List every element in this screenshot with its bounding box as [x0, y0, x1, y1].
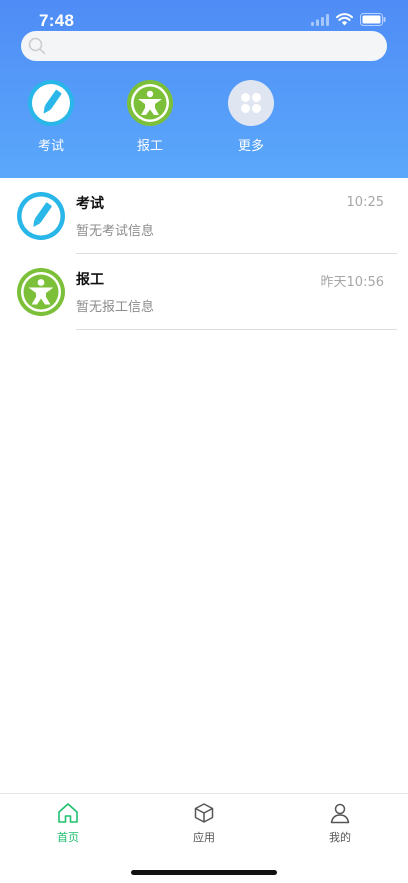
divider: [76, 329, 397, 330]
person-icon: [310, 802, 370, 824]
search-input[interactable]: [53, 31, 377, 63]
pencil-icon: [28, 80, 74, 126]
header: 7:48 考试 报工 更多: [0, 0, 408, 178]
tab-label: 应用: [193, 831, 215, 844]
shortcut-label: 报工: [136, 139, 163, 154]
shortcut-label: 更多: [237, 139, 264, 154]
search-icon: [28, 37, 46, 59]
list-item[interactable]: 考试 10:25 暂无考试信息: [0, 178, 408, 254]
worker-icon: [17, 268, 65, 316]
battery-icon: [360, 13, 386, 26]
tab-label: 首页: [57, 831, 79, 844]
wifi-icon: [336, 13, 353, 26]
message-preview: 暂无考试信息: [76, 224, 155, 239]
status-time: 7:48: [39, 11, 75, 30]
message-time: 昨天10:56: [320, 275, 384, 290]
status-icons: [311, 13, 386, 26]
more-grid-icon: [228, 80, 274, 126]
message-title: 考试: [76, 196, 104, 212]
message-list: 考试 10:25 暂无考试信息 报工 昨天10:56 暂无报工信息: [0, 178, 408, 330]
tab-apps[interactable]: 应用: [174, 802, 234, 845]
tab-home[interactable]: 首页: [38, 802, 98, 845]
message-preview: 暂无报工信息: [76, 300, 155, 315]
signal-icon: [311, 13, 329, 26]
search-bar[interactable]: [21, 31, 387, 63]
list-item[interactable]: 报工 昨天10:56 暂无报工信息: [0, 254, 408, 330]
shortcut-exam[interactable]: 考试: [21, 80, 81, 154]
tab-label: 我的: [329, 831, 351, 844]
message-time: 10:25: [346, 195, 384, 210]
shortcut-label: 考试: [37, 139, 64, 154]
tab-profile[interactable]: 我的: [310, 802, 370, 845]
pencil-icon: [17, 192, 65, 240]
shortcut-report[interactable]: 报工: [120, 80, 180, 154]
app-screen: 7:48 考试 报工 更多 考试 10:25 暂无考试信息 报工 昨天10:56…: [0, 0, 408, 883]
worker-icon: [127, 80, 173, 126]
home-indicator[interactable]: [131, 870, 277, 875]
home-icon: [38, 802, 98, 824]
message-title: 报工: [76, 272, 104, 288]
box-icon: [174, 802, 234, 824]
shortcut-more[interactable]: 更多: [221, 80, 281, 154]
